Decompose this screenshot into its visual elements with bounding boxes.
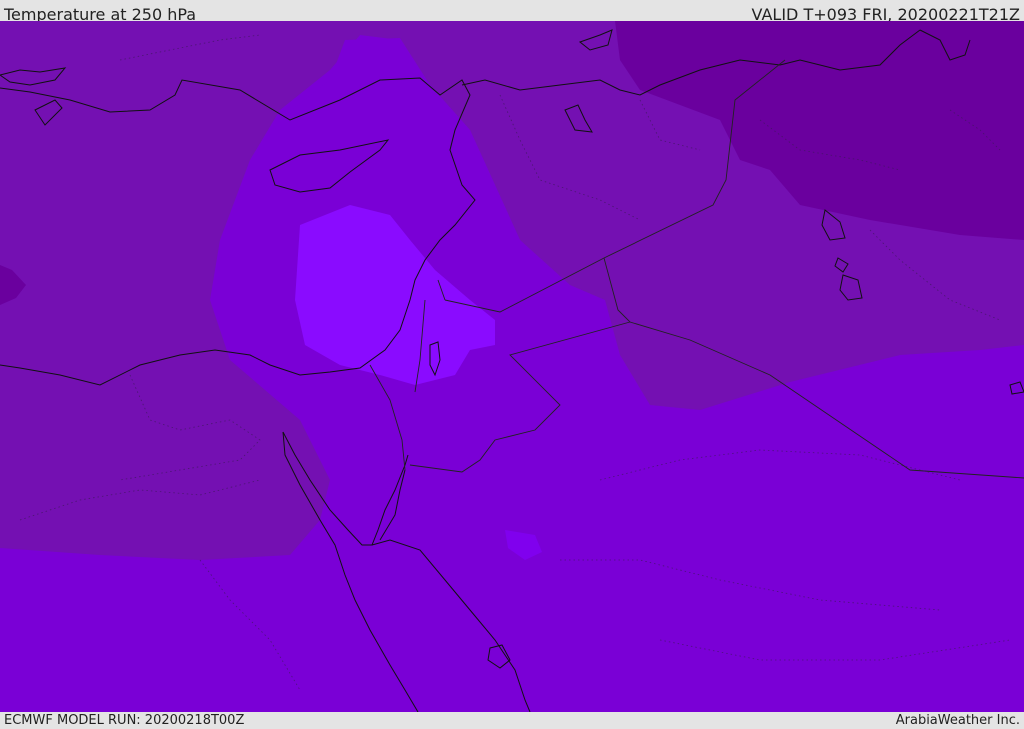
map-title: Temperature at 250 hPa [4,5,197,21]
header-bar: Temperature at 250 hPa VALID T+093 FRI, … [0,0,1024,21]
valid-time: VALID T+093 FRI, 20200221T21Z [751,5,1020,21]
footer-bar: ECMWF MODEL RUN: 20200218T00Z ArabiaWeat… [0,712,1024,729]
weather-map [0,21,1024,712]
credit: ArabiaWeather Inc. [895,713,1020,728]
model-run: ECMWF MODEL RUN: 20200218T00Z [4,713,245,728]
